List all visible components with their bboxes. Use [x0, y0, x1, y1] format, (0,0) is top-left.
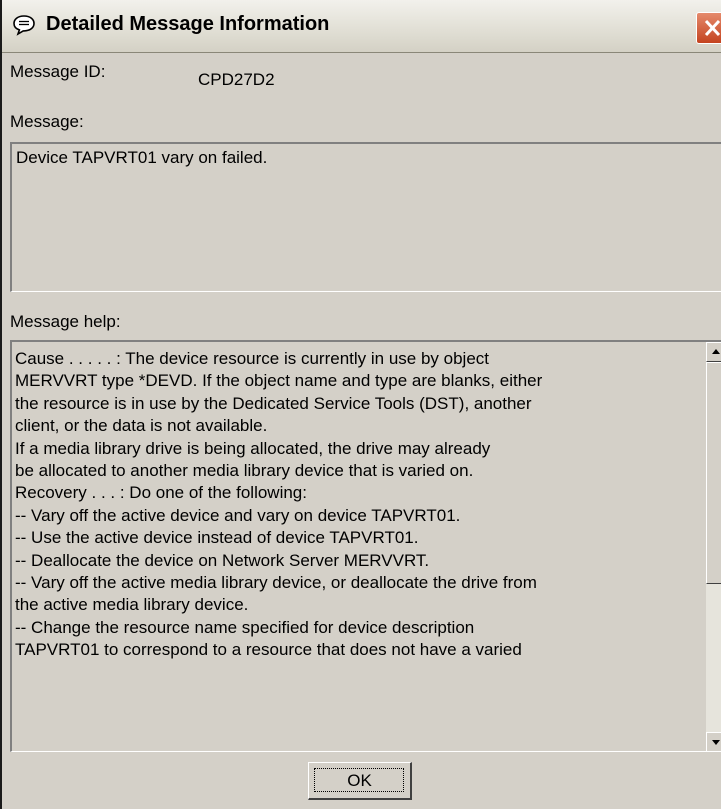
- scroll-up-button[interactable]: [706, 342, 721, 362]
- help-line: -- Vary off the active media library dev…: [15, 572, 537, 592]
- help-line: If a media library drive is being alloca…: [15, 438, 491, 458]
- scroll-down-button[interactable]: [706, 732, 721, 751]
- help-line: client, or the data is not available.: [15, 416, 268, 436]
- ok-button[interactable]: OK: [308, 762, 412, 800]
- message-help-text-area[interactable]: Cause . . . . . : The device resource is…: [10, 340, 721, 752]
- help-line: -- Deallocate the device on Network Serv…: [15, 550, 430, 570]
- message-dialog: Detailed Message Information Message ID:…: [0, 0, 721, 809]
- help-line: the active media library device.: [15, 595, 249, 615]
- close-button[interactable]: [696, 12, 721, 44]
- help-line: the resource is in use by the Dedicated …: [15, 393, 532, 413]
- message-label: Message:: [10, 112, 84, 131]
- ok-button-label: OK: [347, 771, 372, 790]
- title-bar[interactable]: Detailed Message Information: [2, 0, 721, 53]
- window-title: Detailed Message Information: [46, 13, 330, 35]
- help-line: Cause . . . . . : The device resource is…: [15, 349, 490, 368]
- help-line: -- Vary off the active device and vary o…: [15, 505, 461, 525]
- help-line: MERVVRT type *DEVD. If the object name a…: [15, 371, 543, 391]
- help-line: -- Use the active device instead of devi…: [15, 528, 419, 548]
- help-line: be allocated to another media library de…: [15, 460, 474, 480]
- message-text-area[interactable]: Device TAPVRT01 vary on failed.: [10, 142, 721, 292]
- help-text: Cause . . . . . : The device resource is…: [15, 348, 703, 661]
- scroll-thumb[interactable]: [706, 362, 721, 584]
- vertical-scrollbar[interactable]: [706, 342, 721, 751]
- message-id-label: Message ID:: [10, 62, 106, 81]
- message-help-label: Message help:: [10, 312, 121, 331]
- help-line: TAPVRT01 to correspond to a resource tha…: [15, 640, 522, 660]
- help-line: Recovery . . . : Do one of the following…: [15, 483, 307, 503]
- speech-bubble-icon: [12, 14, 36, 36]
- message-id-value: CPD27D2: [198, 70, 275, 89]
- message-text: Device TAPVRT01 vary on failed.: [16, 148, 268, 167]
- help-line: -- Change the resource name specified fo…: [15, 617, 475, 637]
